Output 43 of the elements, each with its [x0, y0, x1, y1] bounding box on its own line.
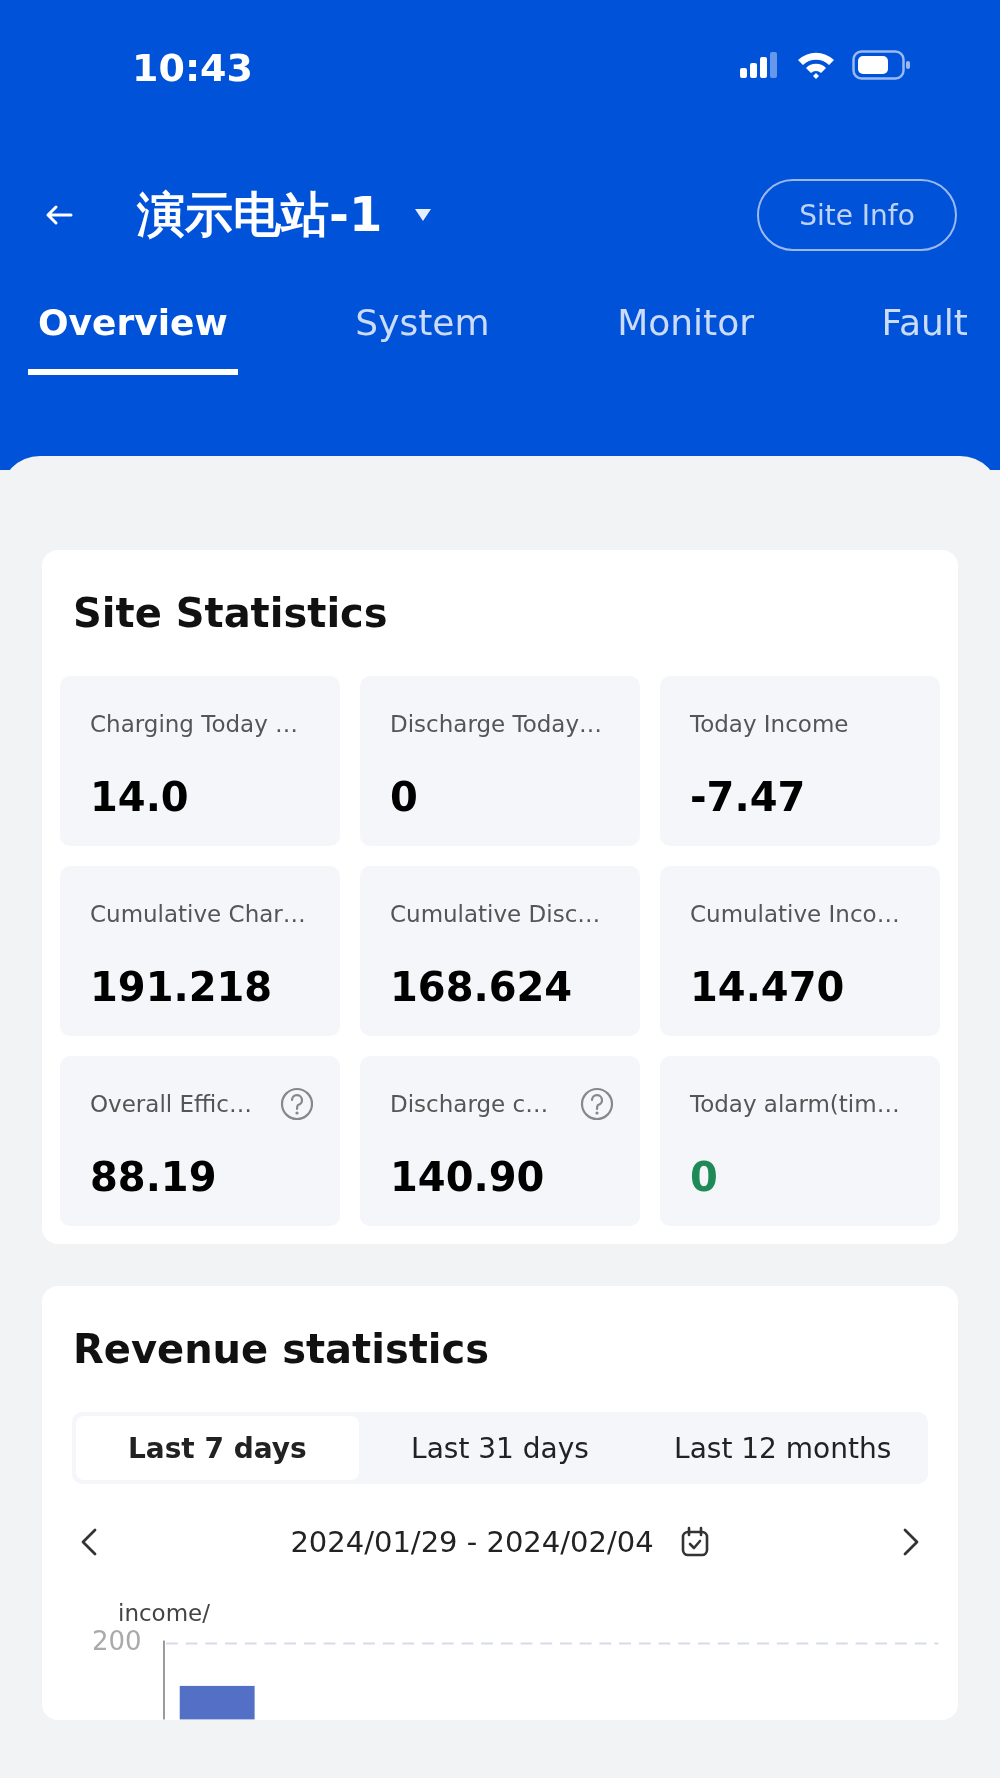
axis-tick-label: 200 [92, 1628, 142, 1654]
section-title: Revenue statistics [72, 1326, 491, 1372]
period-tab[interactable]: Last 12 months [641, 1416, 924, 1480]
stat-value: 140.90 [390, 1154, 546, 1200]
site-title[interactable]: 演示电站-1 [137, 183, 383, 247]
stat-label: Cumulative Char… [90, 901, 306, 927]
stat-label: Charging Today … [90, 711, 299, 737]
stat-value: 88.19 [90, 1154, 218, 1200]
stat-label: Discharge c… [390, 1091, 549, 1117]
stat-label: Cumulative Inco… [690, 901, 900, 927]
back-arrow-icon[interactable] [45, 204, 73, 226]
site-info-button[interactable]: Site Info [757, 179, 957, 251]
help-icon[interactable] [580, 1087, 614, 1121]
stat-label: Today alarm(tim… [690, 1091, 900, 1117]
stat-value: 14.0 [90, 774, 190, 820]
stat-value: 168.624 [390, 964, 574, 1010]
tab[interactable]: System [345, 290, 500, 375]
stat-value: 14.470 [690, 964, 846, 1010]
tab[interactable]: Overview [28, 290, 238, 375]
stat-label: Discharge Today… [390, 711, 603, 737]
date-range[interactable]: 2024/01/29 - 2024/02/04 [290, 1525, 654, 1559]
section-title: Site Statistics [72, 590, 389, 636]
previous-icon[interactable] [80, 1527, 98, 1557]
tab[interactable]: Monitor [607, 290, 764, 375]
status-time: 10:43 [132, 46, 253, 90]
stat-label: Cumulative Disc… [390, 901, 601, 927]
tab[interactable]: Fault [871, 290, 978, 375]
period-tab[interactable]: Last 7 days [76, 1416, 359, 1480]
stat-value: 0 [690, 1154, 719, 1200]
next-icon[interactable] [902, 1527, 920, 1557]
battery-icon [852, 50, 912, 80]
stat-value: 191.218 [90, 964, 274, 1010]
caret-icon[interactable] [414, 208, 433, 222]
signal-icon [740, 52, 780, 78]
axis-unit-label: income/ [118, 1600, 211, 1626]
period-tab[interactable]: Last 31 days [358, 1416, 642, 1480]
calendar-icon[interactable] [679, 1526, 710, 1558]
stat-value: 0 [390, 774, 419, 820]
wifi-icon [796, 50, 836, 80]
stat-label: Overall Effic… [90, 1091, 252, 1117]
stat-label: Today Income [690, 711, 849, 737]
stat-value: -7.47 [690, 774, 807, 820]
help-icon[interactable] [280, 1087, 314, 1121]
